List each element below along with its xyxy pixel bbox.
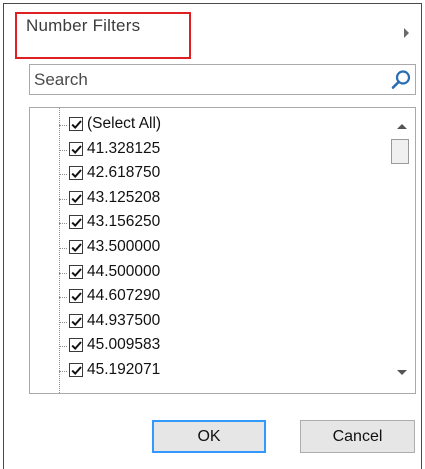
checkbox[interactable] bbox=[69, 338, 83, 353]
scroll-thumb[interactable] bbox=[391, 139, 409, 164]
checkbox[interactable] bbox=[69, 141, 83, 156]
list-item-label: 43.156250 bbox=[87, 213, 161, 231]
ok-button[interactable]: OK bbox=[152, 420, 266, 453]
checkmark-icon bbox=[71, 169, 82, 179]
list-item-label: 45.009583 bbox=[87, 336, 161, 354]
list-item[interactable]: 44.607290 bbox=[59, 286, 379, 310]
scroll-up-arrow-icon[interactable] bbox=[397, 124, 407, 129]
checkmark-icon bbox=[71, 317, 82, 326]
list-item[interactable]: 43.125208 bbox=[59, 188, 379, 212]
list-item[interactable]: 43.156250 bbox=[59, 212, 379, 236]
checkmark-icon bbox=[71, 218, 82, 228]
tree-connector bbox=[59, 223, 67, 225]
list-item[interactable]: 41.328125 bbox=[59, 139, 379, 163]
checkbox[interactable] bbox=[69, 215, 83, 230]
list-item[interactable]: 45.192071 bbox=[59, 360, 379, 384]
checkbox[interactable] bbox=[69, 117, 83, 131]
checkmark-icon bbox=[71, 292, 82, 302]
list-item-label: 43.125208 bbox=[87, 188, 161, 206]
tree-connector bbox=[59, 297, 67, 299]
tree-connector bbox=[59, 248, 67, 249]
checkbox[interactable] bbox=[69, 313, 83, 328]
scroll-down-arrow-icon[interactable] bbox=[397, 370, 407, 375]
list-item[interactable]: 42.618750 bbox=[59, 163, 379, 187]
tree-connector bbox=[59, 174, 67, 176]
checkmark-icon bbox=[71, 144, 82, 154]
checkmark-icon bbox=[71, 267, 82, 277]
number-filters-menu-item[interactable]: Number Filters bbox=[26, 16, 140, 36]
vertical-scrollbar[interactable] bbox=[389, 108, 415, 393]
checkbox[interactable] bbox=[69, 289, 83, 304]
list-item-label: 44.500000 bbox=[87, 262, 161, 280]
list-item-label: (Select All) bbox=[87, 115, 162, 132]
search-input[interactable] bbox=[34, 70, 364, 90]
checkmark-icon bbox=[71, 341, 82, 351]
select-all-item[interactable]: (Select All) bbox=[59, 114, 379, 138]
search-box[interactable] bbox=[29, 64, 416, 95]
list-item-label: 41.328125 bbox=[87, 139, 161, 157]
tree-connector bbox=[59, 371, 67, 372]
tree-connector bbox=[59, 125, 67, 126]
list-item[interactable]: 45.009583 bbox=[59, 335, 379, 359]
list-item[interactable]: 44.937500 bbox=[59, 311, 379, 335]
checkbox[interactable] bbox=[69, 363, 83, 377]
search-icon[interactable] bbox=[390, 69, 412, 91]
tree-connector bbox=[59, 346, 67, 348]
tree-connector bbox=[59, 198, 67, 200]
checkmark-icon bbox=[71, 366, 82, 376]
checkmark-icon bbox=[71, 194, 82, 203]
value-list[interactable]: (Select All) 41.328125 42.618750 43.125208 4… bbox=[29, 107, 416, 394]
list-item[interactable]: 44.500000 bbox=[59, 262, 379, 286]
tree-connector bbox=[59, 272, 67, 274]
checkbox[interactable] bbox=[69, 264, 83, 279]
checkbox[interactable] bbox=[69, 240, 83, 254]
chevron-right-icon bbox=[404, 28, 409, 38]
list-item-label: 44.607290 bbox=[87, 287, 161, 305]
checkbox[interactable] bbox=[69, 190, 83, 205]
list-item-label: 43.500000 bbox=[87, 238, 161, 255]
list-item-label: 42.618750 bbox=[87, 164, 161, 182]
list-item-label: 45.192071 bbox=[87, 361, 161, 378]
tree-connector bbox=[59, 149, 67, 151]
cancel-button[interactable]: Cancel bbox=[300, 420, 415, 453]
checkmark-icon bbox=[71, 243, 82, 253]
tree-connector bbox=[59, 321, 67, 323]
checkbox[interactable] bbox=[69, 166, 83, 181]
list-item[interactable]: 43.500000 bbox=[59, 237, 379, 261]
checkmark-icon bbox=[71, 120, 82, 130]
list-item-label: 44.937500 bbox=[87, 311, 161, 329]
